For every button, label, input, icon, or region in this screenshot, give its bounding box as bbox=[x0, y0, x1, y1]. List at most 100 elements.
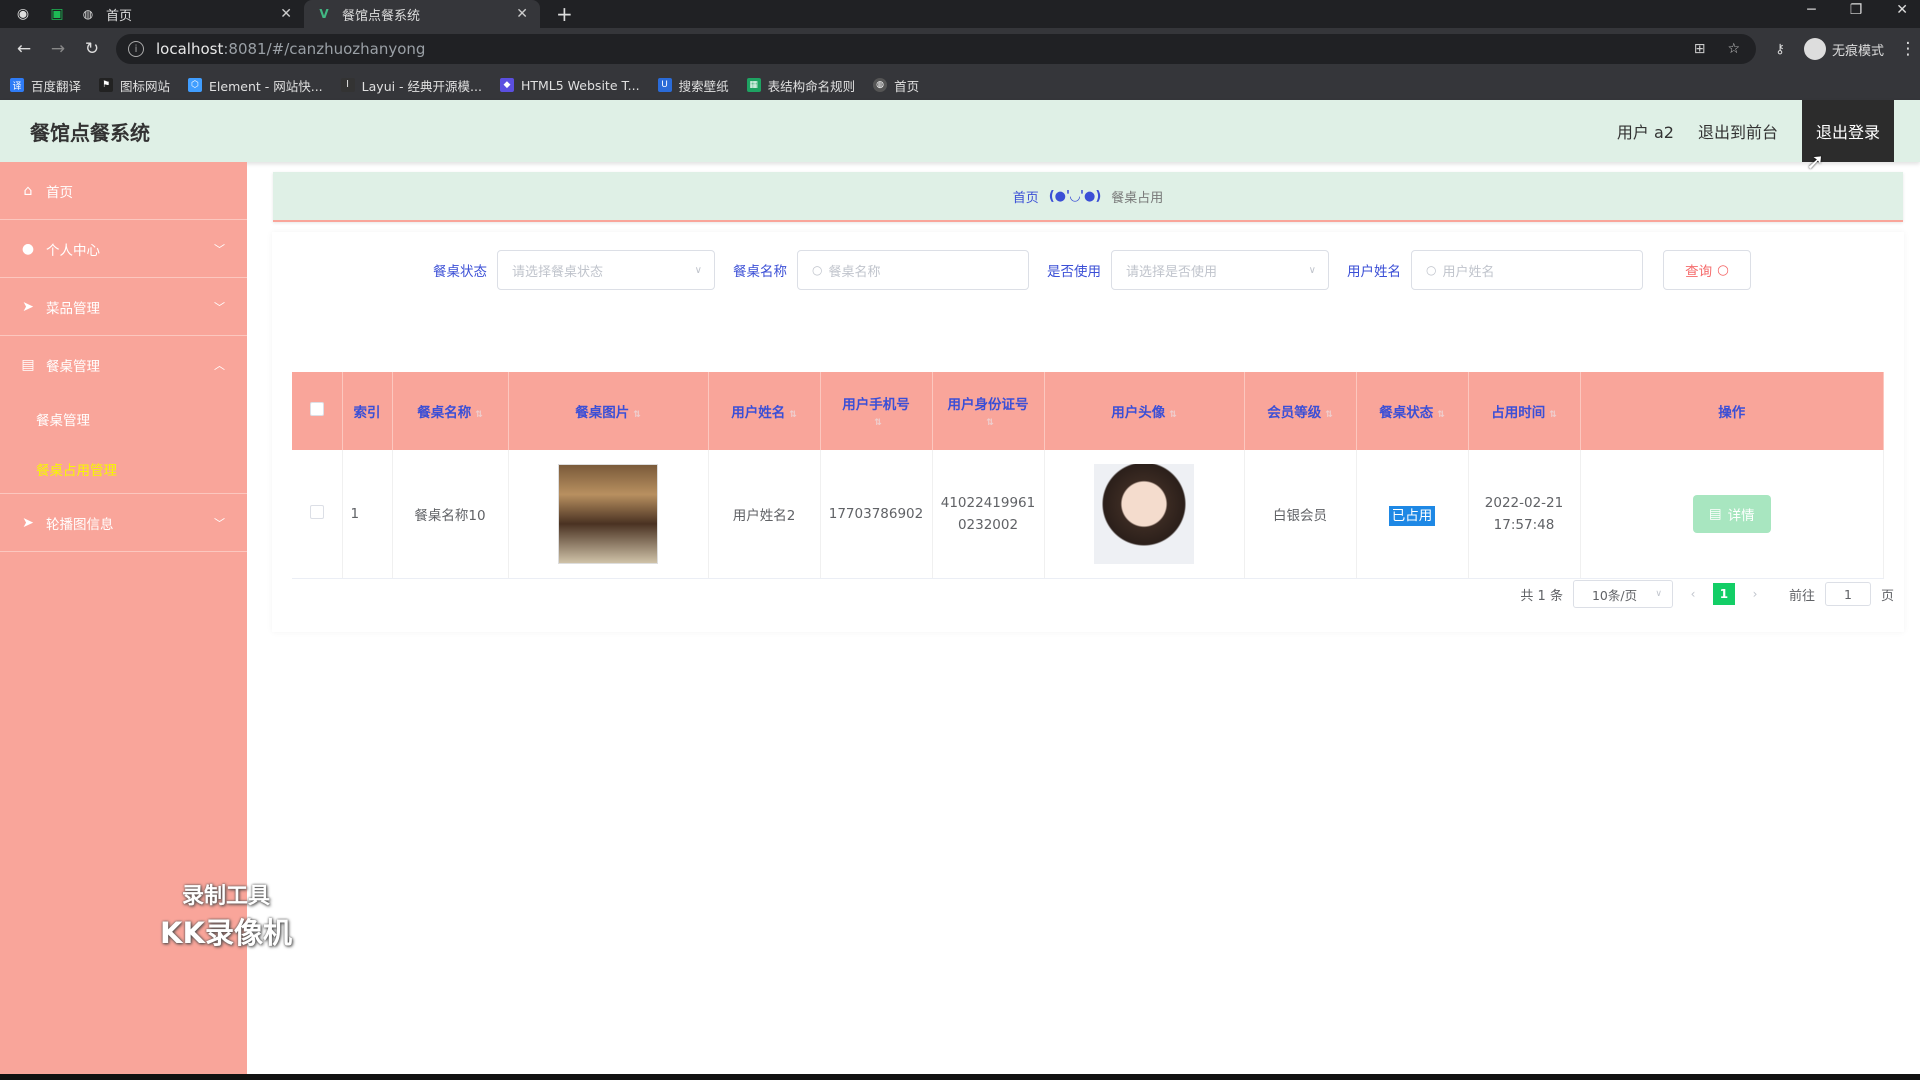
breadcrumb-separator: (●'◡'●) bbox=[1048, 188, 1102, 204]
cell-table-name: 餐桌名称10 bbox=[392, 450, 509, 579]
bookmark-item[interactable]: l Layui - 经典开源模... bbox=[340, 76, 482, 95]
filter-label: 用户姓名 bbox=[1347, 264, 1401, 280]
bookmark-item[interactable]: ▦ 表结构命名规则 bbox=[746, 76, 855, 95]
key-icon[interactable]: ⚷ bbox=[1770, 42, 1790, 57]
detail-button[interactable]: ▤ 详情 bbox=[1692, 494, 1771, 533]
table-image[interactable] bbox=[558, 463, 658, 564]
table-row: 1 餐桌名称10 用户姓名2 17703786902 4102241996102… bbox=[292, 450, 1884, 579]
chevron-down-icon: ∨ bbox=[1655, 589, 1662, 599]
restore-icon[interactable]: ❐ bbox=[1850, 2, 1863, 18]
profile-button[interactable]: 无痕模式 bbox=[1804, 38, 1884, 60]
bookmark-item[interactable]: 译百度翻译 bbox=[10, 76, 81, 95]
translate-icon[interactable]: ⊞ bbox=[1694, 41, 1706, 57]
user-avatar-image[interactable] bbox=[1094, 463, 1194, 564]
page-number-current[interactable]: 1 bbox=[1712, 583, 1735, 605]
sort-icon[interactable]: ⇅ bbox=[986, 418, 994, 428]
col-header[interactable]: 餐桌名称 ⇅ bbox=[392, 372, 509, 450]
prev-page-icon[interactable]: ‹ bbox=[1683, 587, 1703, 601]
status-select[interactable]: 请选择餐桌状态 ∨ bbox=[497, 250, 715, 290]
col-header: 操作 bbox=[1580, 372, 1884, 450]
sidebar-item-profile[interactable]: ● 个人中心 ﹀ bbox=[0, 220, 247, 278]
info-icon[interactable]: i bbox=[128, 41, 144, 57]
select-all-checkbox[interactable] bbox=[309, 402, 324, 416]
menu-icon[interactable]: ⋮ bbox=[1898, 39, 1918, 59]
next-page-icon[interactable]: › bbox=[1745, 587, 1765, 601]
query-button[interactable]: 查询 ○ bbox=[1663, 250, 1751, 290]
col-header[interactable]: 餐桌状态 ⇅ bbox=[1356, 372, 1469, 450]
browser-tab-home[interactable]: ◍ 首页 ✕ bbox=[68, 0, 304, 28]
sidebar-subitem-table-manage[interactable]: 餐桌管理 bbox=[0, 394, 247, 444]
sort-icon[interactable]: ⇅ bbox=[789, 410, 797, 420]
col-header-label: 用户头像 bbox=[1111, 405, 1166, 421]
bookmark-item[interactable]: ◆ HTML5 Website T... bbox=[499, 77, 640, 93]
col-header[interactable]: 用户身份证号 ⇅ bbox=[932, 372, 1045, 450]
sort-icon[interactable]: ⇅ bbox=[1437, 410, 1445, 420]
col-header-label: 用户手机号 bbox=[842, 397, 910, 413]
table-name-input[interactable]: ○ 餐桌名称 bbox=[797, 250, 1029, 290]
sort-icon[interactable]: ⇅ bbox=[1549, 410, 1557, 420]
forward-icon[interactable]: → bbox=[48, 39, 68, 59]
bookmark-item[interactable]: U 搜索壁纸 bbox=[657, 76, 729, 95]
sidebar-item-label: 个人中心 bbox=[46, 242, 100, 259]
select-placeholder: 请选择是否使用 bbox=[1126, 264, 1218, 280]
user-name-input[interactable]: ○ 用户姓名 bbox=[1411, 250, 1643, 290]
status-badge: 已占用 bbox=[1388, 505, 1436, 526]
back-to-front-link[interactable]: 退出到前台 bbox=[1698, 119, 1778, 143]
bookmark-item[interactable]: ⚑ 图标网站 bbox=[99, 76, 170, 95]
reload-icon[interactable]: ↻ bbox=[82, 39, 102, 59]
row-checkbox[interactable] bbox=[309, 504, 324, 519]
col-header[interactable]: 用户手机号 ⇅ bbox=[820, 372, 933, 450]
col-header[interactable]: 用户姓名 ⇅ bbox=[708, 372, 821, 450]
sidebar-item-carousel[interactable]: ➤ 轮播图信息 ﹀ bbox=[0, 494, 247, 552]
page-unit-label: 页 bbox=[1880, 588, 1894, 604]
close-window-icon[interactable]: ✕ bbox=[1896, 2, 1908, 18]
back-icon[interactable]: ← bbox=[14, 39, 34, 59]
cell-phone: 17703786902 bbox=[820, 450, 933, 579]
sort-icon[interactable]: ⇅ bbox=[874, 418, 882, 428]
minimize-icon[interactable]: ─ bbox=[1807, 2, 1815, 18]
url-input[interactable]: i localhost:8081/#/canzhuozhanyong ⊞ ☆ bbox=[116, 34, 1756, 64]
sort-icon[interactable]: ⇅ bbox=[475, 410, 483, 420]
main-panel: 餐桌状态 请选择餐桌状态 ∨ 餐桌名称 ○ 餐桌名称 是否使用 请选择是否使用 … bbox=[272, 232, 1904, 632]
new-tab-icon[interactable]: + bbox=[556, 2, 573, 26]
star-icon[interactable]: ☆ bbox=[1727, 41, 1740, 57]
sort-icon[interactable]: ⇅ bbox=[1169, 410, 1177, 420]
cell-actions: ▤ 详情 bbox=[1580, 450, 1884, 579]
page-size-select[interactable]: 10条/页 ∨ bbox=[1572, 580, 1673, 608]
sidebar-item-dishes[interactable]: ➤ 菜品管理 ﹀ bbox=[0, 278, 247, 336]
browser-tabbar: ◉ ▣ ◍ 首页 ✕ V 餐馆点餐系统 ✕ + ─ ❐ ✕ bbox=[0, 0, 1920, 28]
sidebar-item-home[interactable]: ⌂ 首页 bbox=[0, 162, 247, 220]
chrome-icon[interactable]: ◉ bbox=[12, 3, 34, 25]
vue-icon: V bbox=[319, 7, 329, 21]
col-header[interactable]: 占用时间 ⇅ bbox=[1468, 372, 1581, 450]
col-header[interactable]: 用户头像 ⇅ bbox=[1044, 372, 1245, 450]
chevron-down-icon: ﹀ bbox=[214, 516, 225, 530]
bookmark-item[interactable]: ⬡ Element - 网站快... bbox=[188, 76, 323, 95]
row-select-cell bbox=[292, 450, 343, 579]
used-select[interactable]: 请选择是否使用 ∨ bbox=[1111, 250, 1329, 290]
bookmark-label: HTML5 Website T... bbox=[520, 77, 640, 93]
close-icon[interactable]: ✕ bbox=[516, 6, 528, 22]
sort-icon[interactable]: ⇅ bbox=[633, 410, 641, 420]
sidebar-subitem-table-occupy[interactable]: 餐桌占用管理 bbox=[0, 444, 247, 494]
chevron-down-icon: ∨ bbox=[694, 264, 702, 276]
sheet-icon[interactable]: ▣ bbox=[46, 3, 68, 25]
sort-icon[interactable]: ⇅ bbox=[1325, 410, 1333, 420]
col-header[interactable]: 餐桌图片 ⇅ bbox=[508, 372, 709, 450]
bookmark-item[interactable]: ◍ 首页 bbox=[873, 76, 919, 95]
url-host: localhost bbox=[156, 40, 224, 58]
col-header-label: 操作 bbox=[1718, 405, 1746, 421]
bookmark-label: Element - 网站快... bbox=[209, 78, 323, 94]
cell-index: 1 bbox=[342, 450, 393, 579]
breadcrumb-home[interactable]: 首页 bbox=[1013, 187, 1039, 206]
document-icon: ▤ bbox=[1708, 505, 1722, 522]
browser-tab-app[interactable]: V 餐馆点餐系统 ✕ bbox=[304, 0, 540, 28]
breadcrumb: 首页 (●'◡'●) 餐桌占用 bbox=[273, 172, 1903, 222]
sidebar-item-tables[interactable]: ▤ 餐桌管理 ︿ bbox=[0, 336, 247, 394]
profile-label: 无痕模式 bbox=[1832, 43, 1885, 59]
cell-time: 2022-02-21 17:57:48 bbox=[1468, 450, 1581, 579]
col-header[interactable]: 会员等级 ⇅ bbox=[1244, 372, 1357, 450]
input-placeholder: 用户姓名 bbox=[1442, 264, 1495, 280]
close-icon[interactable]: ✕ bbox=[280, 6, 292, 22]
goto-page-input[interactable]: 1 bbox=[1824, 582, 1871, 606]
